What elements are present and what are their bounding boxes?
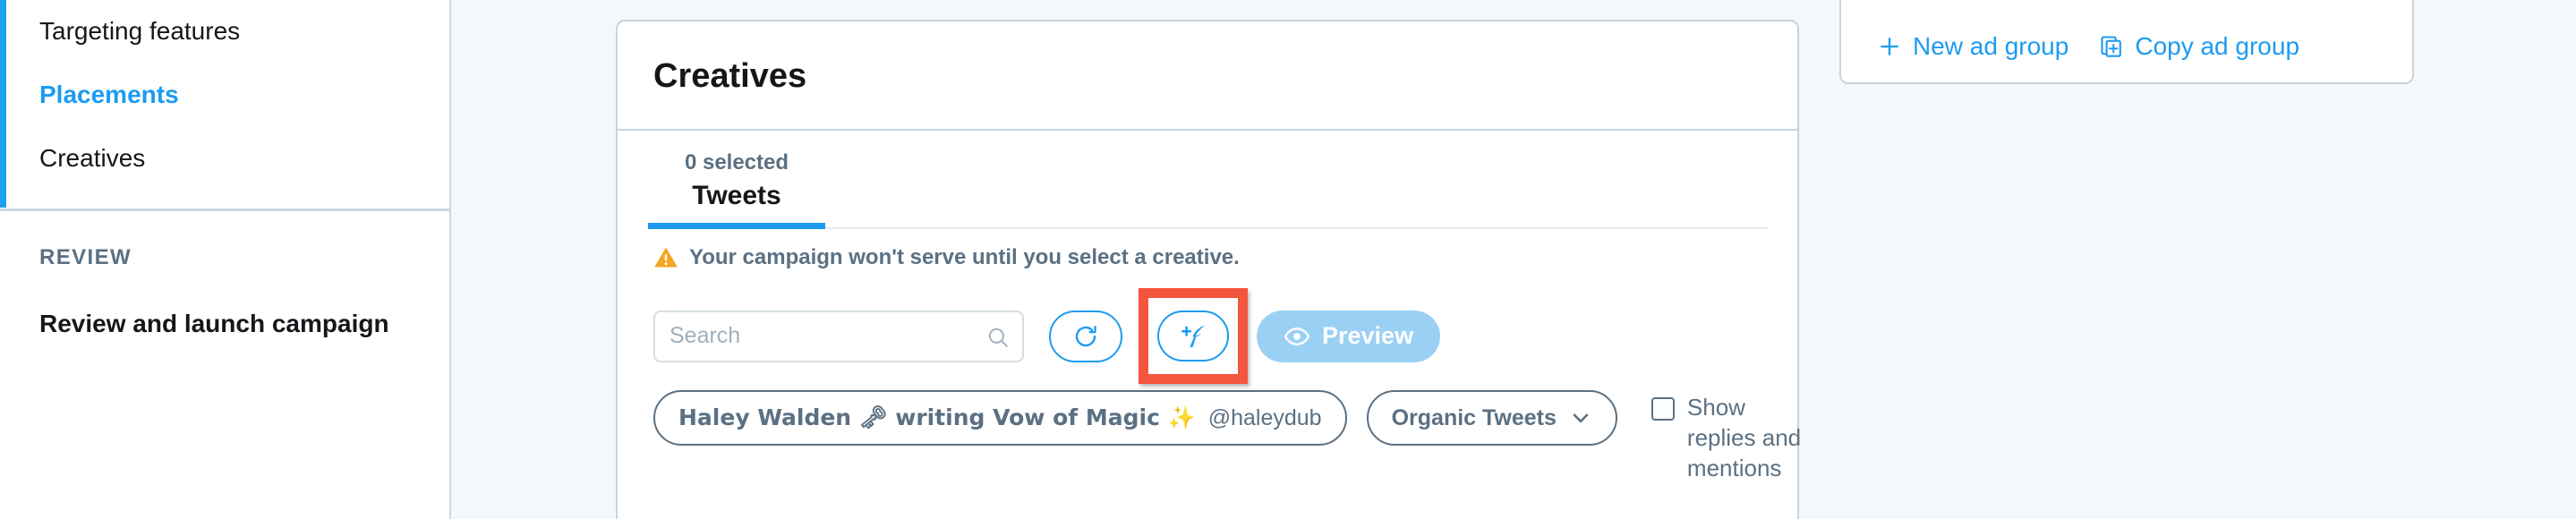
copy-ad-group-label: Copy ad group bbox=[2135, 32, 2300, 60]
new-ad-group-button[interactable]: New ad group bbox=[1877, 32, 2068, 61]
sidebar-item-placements[interactable]: Placements bbox=[39, 80, 179, 110]
sidebar-nav-group: Targeting features Placements Creatives bbox=[0, 0, 449, 211]
sidebar-item-label: Placements bbox=[39, 81, 179, 108]
copy-ad-group-button[interactable]: Copy ad group bbox=[2099, 32, 2299, 61]
app-root: Targeting features Placements Creatives … bbox=[0, 0, 2576, 519]
refresh-button[interactable] bbox=[1049, 310, 1122, 362]
refresh-icon bbox=[1075, 325, 1096, 346]
eye-icon bbox=[1284, 327, 1310, 345]
ad-group-panel: New ad group Copy ad group bbox=[1839, 0, 2414, 84]
highlight-box bbox=[1139, 288, 1248, 384]
show-replies-label: Show replies and mentions bbox=[1686, 394, 1802, 481]
preview-button[interactable]: Preview bbox=[1257, 310, 1441, 362]
preview-button-label: Preview bbox=[1322, 322, 1414, 349]
sidebar-active-indicator bbox=[0, 0, 6, 208]
campaign-sidebar: Targeting features Placements Creatives … bbox=[0, 0, 451, 519]
sidebar-section-label: REVIEW bbox=[39, 245, 132, 269]
copy-icon bbox=[2101, 36, 2122, 57]
sidebar-review-group: REVIEW Review and launch campaign bbox=[0, 211, 449, 515]
search-field[interactable] bbox=[653, 310, 1024, 362]
creatives-tabs: 0 selected Tweets bbox=[648, 147, 1769, 229]
show-replies-checkbox[interactable] bbox=[1651, 397, 1675, 421]
creative-warning-banner: Your campaign won't serve until you sele… bbox=[653, 245, 1240, 270]
search-input[interactable] bbox=[655, 311, 1022, 361]
search-icon bbox=[988, 328, 1008, 347]
tweet-type-label: Organic Tweets bbox=[1391, 404, 1557, 430]
sidebar-item-review-and-launch[interactable]: Review and launch campaign bbox=[39, 310, 389, 338]
sidebar-item-creatives[interactable]: Creatives bbox=[39, 143, 145, 174]
tweet-type-dropdown[interactable]: Organic Tweets bbox=[1366, 390, 1617, 446]
chevron-down-icon bbox=[1573, 413, 1589, 423]
creatives-card-header: Creatives bbox=[618, 21, 1797, 131]
account-filter-pill[interactable]: Haley Walden 🗝 writing Vow of Magic ✨ @h… bbox=[653, 390, 1347, 446]
sidebar-item-label: Targeting features bbox=[39, 17, 241, 45]
creatives-card: Creatives 0 selected Tweets Your campaig… bbox=[616, 20, 1801, 519]
creatives-filters-row: Haley Walden 🗝 writing Vow of Magic ✨ @h… bbox=[653, 390, 1818, 483]
sidebar-item-targeting-features[interactable]: Targeting features bbox=[39, 16, 240, 47]
tab-label: Tweets bbox=[692, 181, 781, 210]
tab-tweets[interactable]: 0 selected Tweets bbox=[648, 147, 825, 229]
creatives-controls-row: Preview bbox=[653, 288, 1441, 384]
page-title: Creatives bbox=[653, 57, 807, 95]
tab-selected-count: 0 selected bbox=[684, 150, 789, 174]
show-replies-and-mentions-toggle[interactable]: Show replies and mentions bbox=[1651, 392, 1818, 483]
compose-tweet-icon bbox=[1181, 324, 1206, 347]
sidebar-item-label: Creatives bbox=[39, 144, 146, 172]
new-ad-group-label: New ad group bbox=[1913, 32, 2069, 60]
warning-message: Your campaign won't serve until you sele… bbox=[689, 245, 1240, 269]
account-handle: @haleydub bbox=[1207, 404, 1322, 430]
warning-triangle-icon bbox=[654, 247, 678, 268]
plus-icon bbox=[1881, 38, 1898, 55]
compose-tweet-button[interactable] bbox=[1157, 311, 1229, 362]
account-name: Haley Walden 🗝 writing Vow of Magic ✨ bbox=[678, 404, 1196, 430]
ad-group-actions: New ad group Copy ad group bbox=[1877, 32, 2299, 61]
